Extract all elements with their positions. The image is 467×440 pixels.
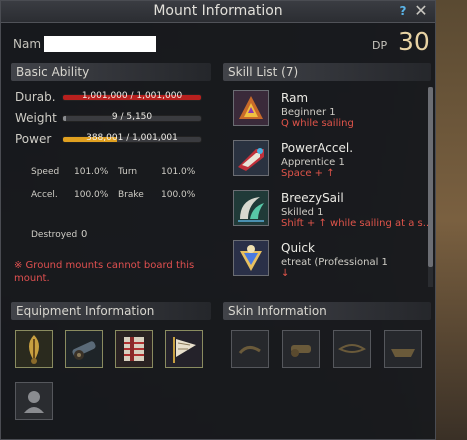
help-button[interactable]: ? xyxy=(396,4,410,18)
name-label: Nam xyxy=(13,37,42,51)
stat-row: Weight xyxy=(15,110,61,126)
brake-label: Brake xyxy=(118,190,144,200)
stat-value: 1,001,000 / 1,001,000 xyxy=(81,91,183,101)
destroyed-value: 0 xyxy=(81,229,88,240)
skill-item-ram[interactable]: Ram Beginner 1 Q while sailing xyxy=(226,87,426,133)
stat-row: Durab. xyxy=(15,89,61,105)
skill-level: Beginner 1 xyxy=(281,107,336,118)
breezy-sail-icon xyxy=(233,190,269,226)
sail-icon[interactable] xyxy=(165,330,203,368)
skill-list: Ram Beginner 1 Q while sailing PowerAcce… xyxy=(226,87,432,287)
ram-icon xyxy=(233,90,269,126)
skin-wind-icon[interactable] xyxy=(333,330,371,368)
plating-icon[interactable] xyxy=(115,330,153,368)
cannon-icon[interactable] xyxy=(65,330,103,368)
name-row: Nam xyxy=(13,35,157,53)
skill-command: ↓ xyxy=(281,268,290,279)
skill-list-heading: Skill List (7) xyxy=(223,63,431,81)
power-accel-icon xyxy=(233,140,269,176)
dp-label: DP xyxy=(372,39,388,52)
skill-command: Space + ↑ xyxy=(281,168,335,179)
turn-value: 101.0% xyxy=(161,167,196,177)
skill-item-quick[interactable]: Quick etreat (Professional 1 ↓ xyxy=(226,237,426,283)
stat-row: Power xyxy=(15,131,61,147)
accel-label: Accel. xyxy=(31,190,58,200)
skill-level: etreat (Professional 1 xyxy=(281,257,388,268)
skill-name: PowerAccel. xyxy=(281,141,354,155)
mount-information-window: Mount Information ? ✕ Nam DP 30 Basic Ab… xyxy=(0,0,436,440)
skill-command: Shift + ↑ while sailing at a s... xyxy=(281,218,433,229)
skin-hull-icon[interactable] xyxy=(384,330,422,368)
basic-ability-heading: Basic Ability xyxy=(11,63,211,81)
scrollbar-thumb[interactable] xyxy=(428,87,433,267)
brake-value: 100.0% xyxy=(161,190,196,200)
skill-name: Ram xyxy=(281,91,309,105)
equipment-heading: Equipment Information xyxy=(11,302,211,320)
stat-label: Durab. xyxy=(15,90,56,104)
skill-level: Apprentice 1 xyxy=(281,157,345,168)
title-bar[interactable]: Mount Information ? ✕ xyxy=(1,1,435,23)
stat-value: 388,001 / 1,001,001 xyxy=(86,133,178,143)
close-button[interactable]: ✕ xyxy=(413,2,429,20)
turn-label: Turn xyxy=(118,167,138,177)
speed-label: Speed xyxy=(31,167,60,177)
destroyed-label: Destroyed xyxy=(31,230,78,240)
skin-heading: Skin Information xyxy=(223,302,431,320)
stat-label: Power xyxy=(15,132,52,146)
ground-mount-notice: ※ Ground mounts cannot board this mount. xyxy=(14,260,195,284)
sailor-icon[interactable] xyxy=(15,382,53,420)
window-title: Mount Information xyxy=(153,3,283,19)
stat-value: 9 / 5,150 xyxy=(111,112,153,122)
speed-value: 101.0% xyxy=(74,167,109,177)
skin-figurehead-icon[interactable] xyxy=(231,330,269,368)
background-ship-deck xyxy=(436,0,467,440)
stat-label: Weight xyxy=(15,111,57,125)
skill-command: Q while sailing xyxy=(281,118,354,129)
skill-item-breezy-sail[interactable]: BreezySail Skilled 1 Shift + ↑ while sai… xyxy=(226,187,432,233)
mount-name-field[interactable] xyxy=(44,36,157,52)
skill-list-scrollbar[interactable] xyxy=(428,87,433,287)
skill-level: Skilled 1 xyxy=(281,207,324,218)
figurehead-icon[interactable] xyxy=(15,330,53,368)
skin-cannon-icon[interactable] xyxy=(282,330,320,368)
dp-value: 30 xyxy=(398,27,430,56)
quick-icon xyxy=(233,240,269,276)
accel-value: 100.0% xyxy=(74,190,109,200)
skill-name: Quick xyxy=(281,241,315,255)
skill-name: BreezySail xyxy=(281,191,344,205)
skill-item-power-accel[interactable]: PowerAccel. Apprentice 1 Space + ↑ xyxy=(226,137,426,183)
